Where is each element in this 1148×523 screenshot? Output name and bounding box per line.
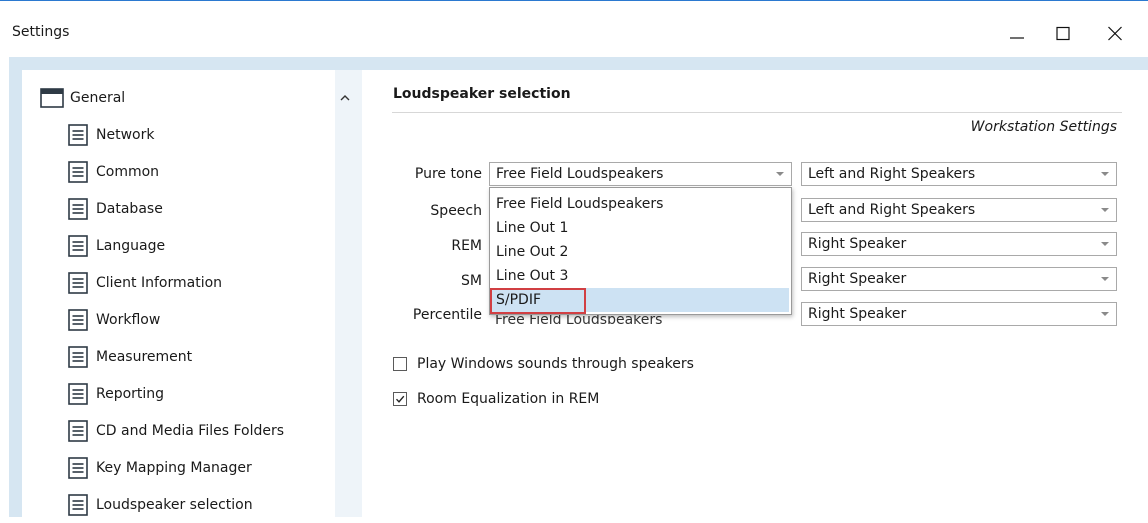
document-icon xyxy=(68,124,88,146)
document-icon xyxy=(68,198,88,220)
tree-item-reporting[interactable]: Reporting xyxy=(30,376,334,412)
close-button[interactable] xyxy=(1092,15,1138,53)
tree-item-label: Measurement xyxy=(96,349,193,365)
document-icon xyxy=(68,346,88,368)
tree-item-label: Workflow xyxy=(96,312,161,328)
tree-item-cd-and-media-files-folders[interactable]: CD and Media Files Folders xyxy=(30,413,334,449)
tree-item-label: CD and Media Files Folders xyxy=(96,423,285,439)
tree-item-general[interactable]: General xyxy=(30,80,334,116)
play-windows-sounds-checkbox[interactable]: Play Windows sounds through speakers xyxy=(393,356,694,372)
maximize-button[interactable] xyxy=(1040,15,1086,53)
minimize-icon xyxy=(1010,37,1024,39)
tree-item-label: Language xyxy=(96,238,166,254)
nav-scrollbar[interactable] xyxy=(335,70,362,517)
annotation-highlight-box xyxy=(490,288,586,314)
document-icon xyxy=(68,457,88,479)
window-title: Settings xyxy=(12,24,70,40)
option-line-out-2[interactable]: Line Out 2 xyxy=(492,240,789,264)
title-bar: Settings xyxy=(0,1,1148,55)
document-icon xyxy=(68,383,88,405)
sm-speaker-select[interactable]: Right Speaker xyxy=(801,267,1117,291)
document-icon xyxy=(68,161,88,183)
section-divider xyxy=(392,112,1122,113)
document-icon xyxy=(68,235,88,257)
selected-value: Right Speaker xyxy=(808,271,907,287)
section-title: Loudspeaker selection xyxy=(393,86,571,102)
chevron-down-icon xyxy=(769,163,791,185)
tree-item-label: Network xyxy=(96,127,155,143)
speech-speaker-select[interactable]: Left and Right Speakers xyxy=(801,198,1117,222)
tree-item-label: General xyxy=(70,90,126,106)
minimize-button[interactable] xyxy=(994,15,1040,53)
folder-icon xyxy=(40,88,64,108)
chevron-down-icon xyxy=(1094,303,1116,325)
selected-value: Free Field Loudspeakers xyxy=(496,166,664,182)
option-line-out-3[interactable]: Line Out 3 xyxy=(492,264,789,288)
collapse-up-arrow-icon[interactable] xyxy=(338,92,352,104)
tree-item-workflow[interactable]: Workflow xyxy=(30,302,334,338)
maximize-icon xyxy=(1056,26,1070,41)
checkbox-box[interactable] xyxy=(393,357,407,371)
pure-tone-output-select[interactable]: Free Field Loudspeakers xyxy=(489,162,792,186)
tree-item-key-mapping-manager[interactable]: Key Mapping Manager xyxy=(30,450,334,486)
rem-speaker-select[interactable]: Right Speaker xyxy=(801,232,1117,256)
percentile-label: Percentile xyxy=(412,307,482,323)
pure-tone-label: Pure tone xyxy=(414,166,482,182)
chevron-down-icon xyxy=(1094,268,1116,290)
tree-item-language[interactable]: Language xyxy=(30,228,334,264)
sm-label: SM xyxy=(461,273,482,289)
chevron-down-icon xyxy=(1094,163,1116,185)
percentile-speaker-select[interactable]: Right Speaker xyxy=(801,302,1117,326)
checkbox-label: Play Windows sounds through speakers xyxy=(417,356,694,372)
pure-tone-speaker-select[interactable]: Left and Right Speakers xyxy=(801,162,1117,186)
rem-label: REM xyxy=(451,238,482,254)
tree-item-loudspeaker-selection[interactable]: Loudspeaker selection xyxy=(30,487,334,523)
tree-item-label: Key Mapping Manager xyxy=(96,460,252,476)
checkbox-box[interactable] xyxy=(393,392,407,406)
selected-value: Left and Right Speakers xyxy=(808,166,976,182)
document-icon xyxy=(68,272,88,294)
chevron-down-icon xyxy=(1094,199,1116,221)
selected-value: Right Speaker xyxy=(808,236,907,252)
document-icon xyxy=(68,420,88,442)
tree-item-measurement[interactable]: Measurement xyxy=(30,339,334,375)
tree-item-label: Database xyxy=(96,201,163,217)
tree-item-label: Loudspeaker selection xyxy=(96,497,253,513)
option-free-field-loudspeakers[interactable]: Free Field Loudspeakers xyxy=(492,192,789,216)
document-icon xyxy=(68,494,88,516)
close-icon xyxy=(1108,26,1122,41)
tree-item-label: Reporting xyxy=(96,386,165,402)
document-icon xyxy=(68,309,88,331)
option-line-out-1[interactable]: Line Out 1 xyxy=(492,216,789,240)
checkmark-icon xyxy=(395,395,405,403)
selected-value: Left and Right Speakers xyxy=(808,202,976,218)
tree-item-database[interactable]: Database xyxy=(30,191,334,227)
tree-item-network[interactable]: Network xyxy=(30,117,334,153)
checkbox-label: Room Equalization in REM xyxy=(417,391,600,407)
tree-item-client-information[interactable]: Client Information xyxy=(30,265,334,301)
workstation-settings-heading: Workstation Settings xyxy=(970,119,1117,135)
selected-value: Right Speaker xyxy=(808,306,907,322)
tree-item-common[interactable]: Common xyxy=(30,154,334,190)
room-equalization-checkbox[interactable]: Room Equalization in REM xyxy=(393,391,599,407)
tree-item-label: Client Information xyxy=(96,275,223,291)
chevron-down-icon xyxy=(1094,233,1116,255)
speech-label: Speech xyxy=(430,203,482,219)
tree-item-label: Common xyxy=(96,164,160,180)
